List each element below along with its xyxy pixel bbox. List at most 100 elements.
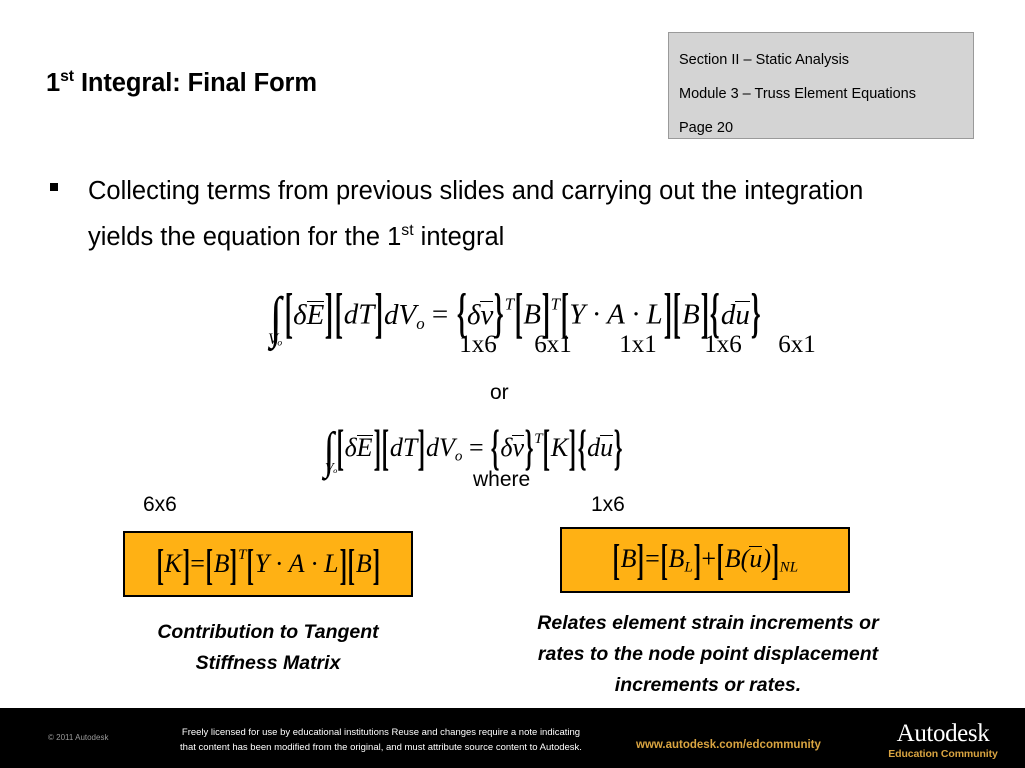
- bracket-open: [: [660, 536, 668, 584]
- eq2-delta-v: δv: [500, 432, 525, 462]
- boxk-K: K: [164, 548, 182, 578]
- bracket-close: ]: [339, 541, 347, 590]
- license-text: Freely licensed for use by educational i…: [141, 725, 621, 755]
- eq1-B2: B: [682, 298, 700, 331]
- title-superscript: st: [60, 68, 74, 85]
- bullet-text: Collecting terms from previous slides an…: [88, 172, 930, 257]
- slide-info-box: Section II – Static Analysis Module 3 – …: [668, 32, 974, 139]
- eq2-transpose: T: [534, 431, 543, 448]
- boxb-B: B: [620, 543, 637, 573]
- eq1-equals: =: [431, 298, 449, 331]
- page-label: Page 20: [679, 120, 734, 136]
- boxb-BL: BL: [668, 543, 693, 576]
- bracket-open: [: [284, 284, 293, 346]
- equation-stiffness-matrix: [K]=[B]T[Y · A · L][B]: [156, 541, 381, 589]
- caption-line: rates to the node point displacement: [537, 643, 879, 665]
- boxb-equals: =: [645, 543, 660, 573]
- title-suffix: Integral: Final Form: [73, 68, 317, 97]
- license-line: that content has been modified from the …: [180, 742, 582, 753]
- autodesk-wordmark: Autodesk: [896, 720, 990, 747]
- eq1-delta-v: δv: [466, 298, 494, 331]
- caption-line: Stiffness Matrix: [195, 652, 341, 674]
- boxb-Bu: B(u): [724, 543, 771, 573]
- bracket-close: ]: [568, 420, 577, 476]
- eq1-transpose: T: [504, 294, 514, 314]
- equation-strain-matrix: [B]=[BL]+[B(u)]NL: [612, 536, 799, 584]
- bracket-open: [: [205, 541, 213, 590]
- eq2-du: du: [587, 432, 614, 462]
- bracket-open: [: [334, 284, 343, 346]
- boxb-plus: +: [701, 543, 717, 573]
- boxb-NL-subscript: NL: [779, 559, 799, 576]
- bracket-close: ]: [375, 284, 384, 346]
- eq2-equals: =: [468, 432, 484, 462]
- bracket-open: [: [336, 420, 344, 476]
- boxk-B2: B: [355, 548, 372, 578]
- bracket-close: ]: [693, 536, 701, 584]
- caption-stiffness: Contribution to Tangent Stiffness Matrix: [108, 617, 428, 679]
- dimension-label: 6x1: [778, 331, 816, 358]
- bracket-close: ]: [372, 541, 380, 590]
- eq1-delta-E: δE: [293, 298, 325, 331]
- dimension-label: 1x6: [459, 331, 497, 358]
- bracket-open: [: [347, 541, 356, 590]
- dimension-labels-row: 1x6 6x1 1x1 1x6 6x1: [442, 331, 832, 359]
- eq1-du: du: [720, 298, 750, 331]
- caption-strain: Relates element strain increments or rat…: [492, 608, 924, 701]
- eq2-K: K: [550, 432, 569, 462]
- highlight-box-strain: [B]=[BL]+[B(u)]NL: [560, 527, 850, 593]
- title-prefix: 1: [46, 68, 61, 97]
- section-label: Section II – Static Analysis: [679, 52, 850, 68]
- eq2-dVo: dVo: [426, 432, 463, 465]
- brace-close: }: [613, 420, 623, 476]
- bracket-close: ]: [771, 536, 780, 584]
- bullet-marker-icon: [50, 183, 58, 191]
- dimension-label: 1x6: [704, 331, 742, 358]
- boxk-B1: B: [213, 548, 230, 578]
- bracket-open: [: [542, 420, 551, 476]
- integral-lower-limit: Vₒ: [325, 461, 338, 476]
- bracket-close: ]: [182, 541, 190, 590]
- boxk-YAL: Y · A · L: [254, 548, 339, 578]
- copyright-text: © 2011 Autodesk: [48, 733, 109, 742]
- where-label: where: [473, 468, 531, 491]
- boxk-equals: =: [190, 548, 205, 578]
- eq2-delta-E: δE: [344, 432, 373, 462]
- dimension-label: 1x1: [619, 331, 657, 358]
- highlight-box-stiffness: [K]=[B]T[Y · A · L][B]: [123, 531, 413, 597]
- eq1-YAL: Y · A · L: [569, 298, 663, 331]
- caption-line: Contribution to Tangent: [157, 621, 379, 643]
- boxk-transpose: T: [238, 547, 247, 564]
- integral-lower-limit: Vₒ: [268, 331, 283, 348]
- bracket-close: ]: [418, 420, 426, 476]
- size-tag-stiffness: 6x6: [143, 493, 177, 516]
- eq1-dVo: dVo: [384, 298, 425, 333]
- bullet-block: Collecting terms from previous slides an…: [50, 172, 930, 257]
- bracket-open: [: [246, 541, 255, 590]
- bracket-open: [: [612, 536, 620, 584]
- size-tag-strain: 1x6: [591, 493, 625, 516]
- bracket-close: ]: [373, 420, 381, 476]
- education-community-tagline: Education Community: [888, 748, 998, 760]
- footer-bar: © 2011 Autodesk Freely licensed for use …: [0, 708, 1025, 768]
- brace-open: {: [577, 420, 587, 476]
- dimension-label: 6x1: [534, 331, 572, 358]
- eq1-transpose: T: [550, 294, 560, 314]
- bullet-text-part2: integral: [413, 222, 505, 251]
- bracket-open: [: [156, 541, 164, 590]
- eq1-dT: dT: [343, 298, 375, 331]
- bullet-superscript: st: [401, 222, 414, 239]
- bracket-close: ]: [325, 284, 334, 346]
- bracket-close: ]: [230, 541, 238, 590]
- edcommunity-link[interactable]: www.autodesk.com/edcommunity: [636, 739, 821, 751]
- bracket-open: [: [716, 536, 725, 584]
- bracket-close: ]: [637, 536, 645, 584]
- autodesk-logo: Autodesk Education Community: [878, 721, 1008, 761]
- module-label: Module 3 – Truss Element Equations: [679, 86, 916, 102]
- caption-line: Relates element strain increments or: [537, 612, 879, 634]
- or-label: or: [490, 381, 509, 404]
- caption-line: increments or rates.: [614, 674, 802, 696]
- eq1-B1: B: [523, 298, 541, 331]
- license-line: Freely licensed for use by educational i…: [181, 727, 581, 738]
- bracket-open: [: [381, 420, 390, 476]
